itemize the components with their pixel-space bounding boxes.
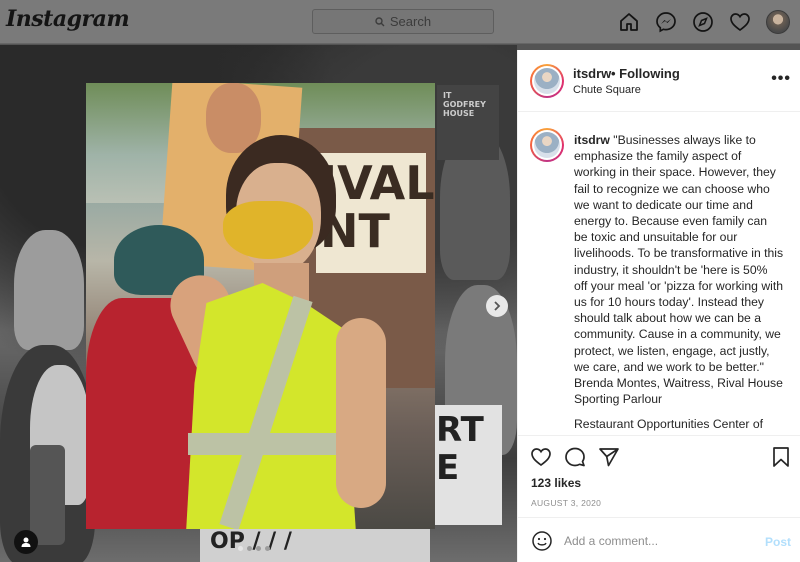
comment-bar: Post: [518, 517, 800, 562]
post-side-panel: itsdrw • Following Chute Square ••• itsd…: [517, 50, 800, 562]
top-nav: Instagram Search: [0, 0, 800, 44]
carousel-dot: [256, 546, 261, 551]
author-avatar[interactable]: [530, 64, 564, 98]
post-location[interactable]: Chute Square: [573, 84, 641, 96]
user-icon: [21, 537, 31, 547]
post-actions: 123 likes AUGUST 3, 2020: [518, 435, 800, 517]
post-date[interactable]: AUGUST 3, 2020: [531, 498, 601, 508]
caption-text: itsdrw "Businesses always like to emphas…: [574, 132, 784, 407]
comment-icon[interactable]: [564, 446, 586, 468]
emoji-icon[interactable]: [531, 530, 553, 552]
explore-icon[interactable]: [692, 11, 714, 33]
following-button[interactable]: • Following: [611, 66, 680, 81]
caption-continued: Restaurant Opportunities Center of: [574, 417, 764, 431]
heart-icon[interactable]: [729, 11, 751, 33]
carousel-dot: [238, 546, 243, 551]
share-icon[interactable]: [598, 446, 620, 468]
instagram-logo[interactable]: Instagram: [6, 6, 130, 32]
tagged-users-button[interactable]: [14, 530, 38, 554]
post-photo[interactable]: IVAL NT: [86, 83, 435, 529]
save-bookmark-icon[interactable]: [771, 446, 791, 468]
caption-avatar[interactable]: [530, 128, 564, 162]
caption-username[interactable]: itsdrw: [574, 133, 610, 147]
carousel-indicator: [238, 546, 270, 551]
post-comment-button[interactable]: Post: [765, 535, 791, 549]
profile-avatar[interactable]: [766, 10, 790, 34]
messenger-icon[interactable]: [655, 11, 677, 33]
caption-scroll-area[interactable]: itsdrw "Businesses always like to emphas…: [518, 113, 800, 435]
caption-body: "Businesses always like to emphasize the…: [574, 133, 784, 407]
carousel-dot: [247, 546, 252, 551]
search-placeholder: Search: [389, 14, 432, 29]
home-icon[interactable]: [618, 11, 640, 33]
next-image-button[interactable]: [486, 295, 508, 317]
carousel-dot: [265, 546, 270, 551]
likes-count[interactable]: 123 likes: [531, 476, 581, 490]
author-username[interactable]: itsdrw: [573, 66, 611, 81]
more-options-button[interactable]: •••: [771, 70, 791, 88]
search-input[interactable]: Search: [312, 9, 494, 34]
post-header: itsdrw • Following Chute Square •••: [518, 50, 800, 112]
comment-input[interactable]: [564, 530, 744, 552]
search-icon: [375, 16, 385, 26]
like-heart-icon[interactable]: [530, 446, 552, 468]
chevron-right-icon: [494, 301, 501, 311]
